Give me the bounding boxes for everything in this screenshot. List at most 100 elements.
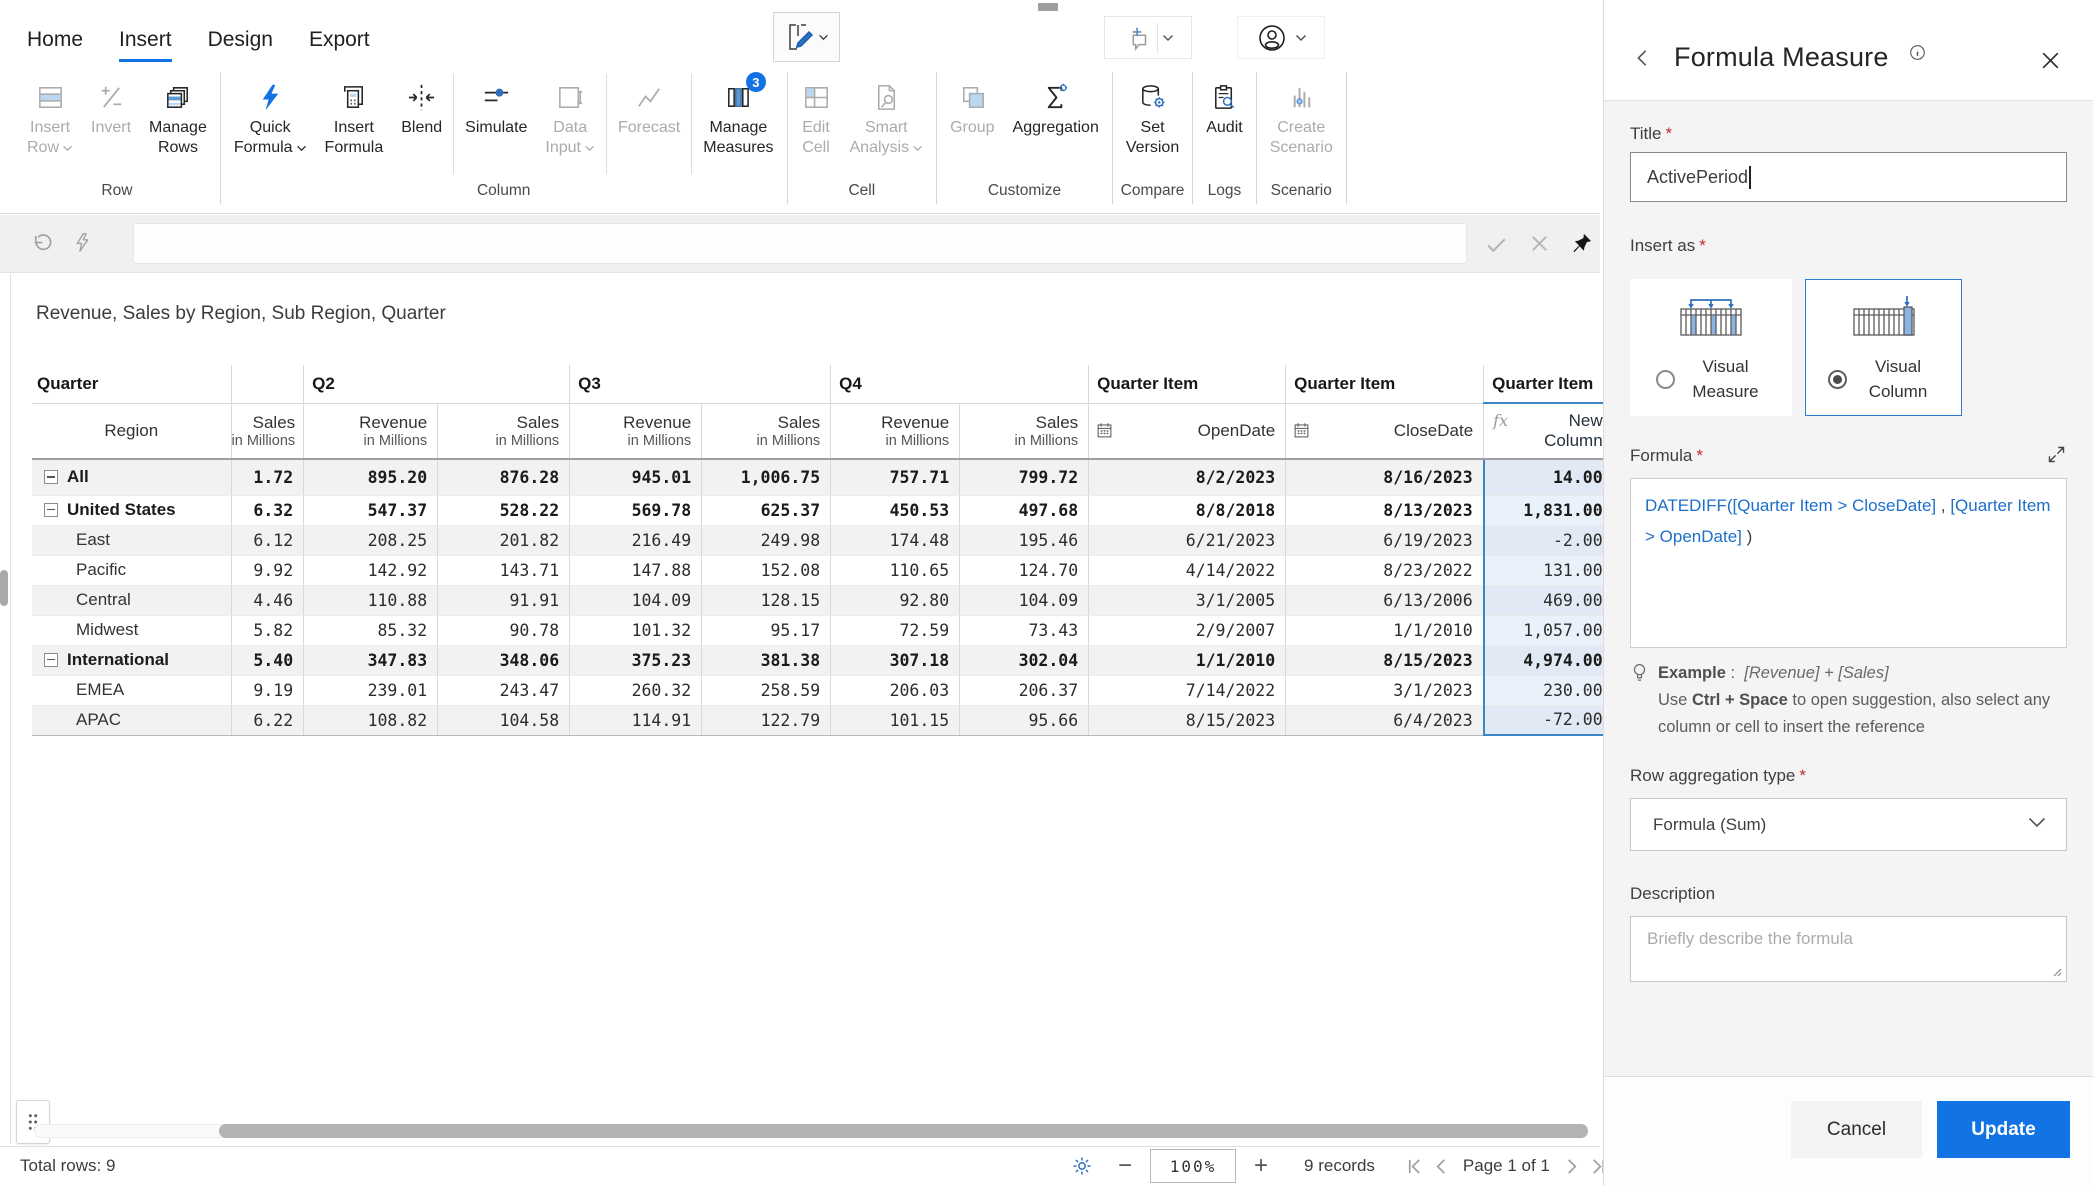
cell[interactable]: 307.18 — [830, 645, 960, 676]
cancel-button[interactable]: Cancel — [1791, 1101, 1922, 1158]
update-button[interactable]: Update — [1937, 1101, 2070, 1158]
cell[interactable]: 174.48 — [830, 525, 960, 556]
previous-page-icon[interactable] — [1428, 1157, 1455, 1176]
cell[interactable]: 1/1/2010 — [1088, 645, 1286, 676]
cell[interactable]: 8/8/2018 — [1088, 495, 1286, 526]
row-label[interactable]: APAC — [32, 705, 231, 736]
settings-gear-icon[interactable] — [1070, 1154, 1094, 1178]
cell[interactable]: 1,057.00 — [1482, 615, 1615, 646]
cell[interactable]: 799.72 — [959, 459, 1089, 496]
cell[interactable]: 4/14/2022 — [1088, 555, 1286, 586]
cell[interactable]: 6.12 — [230, 525, 304, 556]
quick-formula-bar-icon[interactable] — [72, 232, 93, 253]
tab-design[interactable]: Design — [208, 28, 273, 62]
cell[interactable]: 4.46 — [230, 585, 304, 616]
data-input-button[interactable]: Data Input — [536, 72, 604, 176]
simulate-button[interactable]: Simulate — [456, 72, 536, 176]
row-label[interactable]: EMEA — [32, 675, 231, 706]
cell[interactable]: 73.43 — [959, 615, 1089, 646]
visual-measure-option[interactable]: Visual Measure — [1630, 279, 1792, 416]
cell[interactable]: 122.79 — [701, 705, 831, 736]
first-page-icon[interactable] — [1401, 1157, 1428, 1176]
audit-button[interactable]: Audit — [1197, 72, 1251, 176]
collapse-icon[interactable] — [44, 502, 58, 517]
back-chevron-icon[interactable] — [1632, 47, 1654, 69]
row-label[interactable]: International — [32, 645, 231, 676]
formula-bar-input[interactable] — [133, 223, 1467, 264]
cell[interactable]: 6/13/2006 — [1285, 585, 1484, 616]
cell[interactable]: 131.00 — [1482, 555, 1615, 586]
group-button[interactable]: Group — [941, 72, 1003, 176]
cell[interactable]: 110.88 — [303, 585, 438, 616]
cell[interactable]: 143.71 — [437, 555, 570, 586]
cell[interactable]: 195.46 — [959, 525, 1089, 556]
manage-measures-button[interactable]: 3 Manage Measures — [694, 72, 782, 176]
cell[interactable]: 91.91 — [437, 585, 570, 616]
cell[interactable]: 260.32 — [569, 675, 702, 706]
add-comment-button[interactable] — [1104, 16, 1192, 59]
tab-insert[interactable]: Insert — [119, 28, 172, 62]
cell[interactable]: 6.22 — [230, 705, 304, 736]
cell[interactable]: 7/14/2022 — [1088, 675, 1286, 706]
cell[interactable]: 381.38 — [701, 645, 831, 676]
measure-column-header[interactable]: Sales in Millions — [437, 403, 570, 460]
formula-editor[interactable]: DATEDIFF([Quarter Item > CloseDate] , [Q… — [1630, 478, 2067, 648]
cell[interactable]: 1.72 — [230, 459, 304, 496]
confirm-check-icon[interactable] — [1484, 232, 1509, 257]
cell[interactable]: 450.53 — [830, 495, 960, 526]
cell[interactable]: 6/19/2023 — [1285, 525, 1484, 556]
date-column-header[interactable]: OpenDate — [1088, 403, 1286, 460]
row-label[interactable]: Midwest — [32, 615, 231, 646]
vertical-scrollbar[interactable] — [0, 570, 8, 606]
cell[interactable]: 1,831.00 — [1482, 495, 1615, 526]
group-header[interactable]: Q2 — [303, 365, 570, 404]
cell[interactable]: 90.78 — [437, 615, 570, 646]
cell[interactable]: 152.08 — [701, 555, 831, 586]
cell[interactable]: 895.20 — [303, 459, 438, 496]
account-button[interactable] — [1237, 16, 1325, 59]
group-header[interactable]: Q4 — [830, 365, 1089, 404]
cell[interactable]: 85.32 — [303, 615, 438, 646]
cell[interactable]: 8/15/2023 — [1285, 645, 1484, 676]
edit-visual-button[interactable] — [773, 12, 840, 62]
cell[interactable]: 5.40 — [230, 645, 304, 676]
cell[interactable]: 469.00 — [1482, 585, 1615, 616]
cell[interactable]: 497.68 — [959, 495, 1089, 526]
expand-editor-icon[interactable] — [2046, 444, 2067, 465]
cell[interactable]: 757.71 — [830, 459, 960, 496]
cell[interactable]: 243.47 — [437, 675, 570, 706]
insert-formula-button[interactable]: Insert Formula — [316, 72, 393, 176]
group-header[interactable] — [230, 365, 304, 404]
manage-rows-button[interactable]: Manage Rows — [140, 72, 216, 176]
cell[interactable]: 206.37 — [959, 675, 1089, 706]
cell[interactable]: 9.19 — [230, 675, 304, 706]
cell[interactable]: 128.15 — [701, 585, 831, 616]
forecast-button[interactable]: Forecast — [609, 72, 689, 176]
invert-button[interactable]: Invert — [82, 72, 140, 176]
measure-column-header[interactable]: Sales in Millions — [701, 403, 831, 460]
cell[interactable]: 6.32 — [230, 495, 304, 526]
cell[interactable]: 114.91 — [569, 705, 702, 736]
edit-cell-button[interactable]: Edit Cell — [792, 72, 841, 176]
cell[interactable]: 347.83 — [303, 645, 438, 676]
cell[interactable]: 9.92 — [230, 555, 304, 586]
visual-column-option[interactable]: Visual Column — [1805, 279, 1962, 416]
cell[interactable]: 230.00 — [1482, 675, 1615, 706]
cell[interactable]: -2.00 — [1482, 525, 1615, 556]
row-label[interactable]: Pacific — [32, 555, 231, 586]
tab-export[interactable]: Export — [309, 28, 370, 62]
cell[interactable]: 2/9/2007 — [1088, 615, 1286, 646]
cell[interactable]: 142.92 — [303, 555, 438, 586]
group-header[interactable]: Quarter Item — [1088, 365, 1286, 404]
zoom-in-button[interactable]: + — [1248, 1152, 1274, 1180]
cell[interactable]: 375.23 — [569, 645, 702, 676]
cell[interactable]: 108.82 — [303, 705, 438, 736]
cell[interactable]: 201.82 — [437, 525, 570, 556]
resize-grip-icon[interactable] — [2050, 965, 2062, 977]
tab-home[interactable]: Home — [27, 28, 83, 62]
cell[interactable]: 1,006.75 — [701, 459, 831, 496]
row-label[interactable]: All — [32, 459, 231, 496]
set-version-button[interactable]: Set Version — [1117, 72, 1188, 176]
cell[interactable]: 6/21/2023 — [1088, 525, 1286, 556]
close-icon[interactable] — [2038, 48, 2063, 73]
